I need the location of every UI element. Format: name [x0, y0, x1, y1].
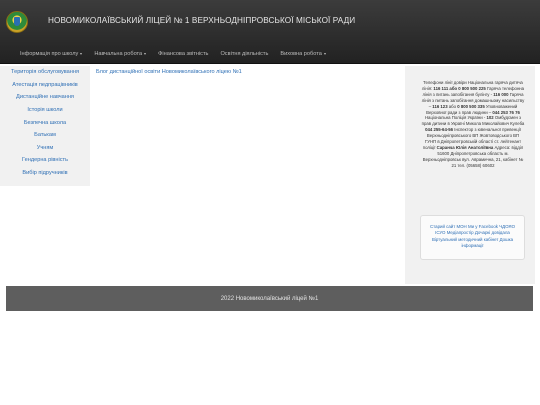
link-media-space[interactable]: Медіапростір [447, 230, 475, 235]
info-phone: 044 255-64-56 [425, 127, 455, 133]
info-phone: 116 111 або 0 800 500 225 [433, 85, 487, 91]
sidebar-item-service-territory[interactable]: Територія обслуговування [0, 66, 90, 79]
info-phone: 102 [486, 115, 495, 121]
nav-item-label: Навчальна робота [94, 51, 143, 57]
sidebar-item-parents[interactable]: Батькам [0, 129, 90, 142]
link-isuo[interactable]: ІСУО [435, 230, 447, 235]
chevron-down-icon [144, 53, 147, 55]
useful-links: Старий сайт МОН Ми у Facebook ЧДОЯО ІСУО… [420, 215, 525, 260]
main-nav: Інформація про школу Навчальна робота Фі… [14, 48, 332, 60]
site-title[interactable]: НОВОМИКОЛАЇВСЬКИЙ ЛІЦЕЙ № 1 ВЕРХНЬОДНІПР… [48, 16, 355, 25]
nav-item-educational-activity[interactable]: Освітня діяльність [214, 48, 274, 60]
sidebar-item-attestation[interactable]: Атестація педпрацівників [0, 79, 90, 92]
info-text: або [448, 103, 458, 109]
distance-learning-blog-link[interactable]: Блог дистанційної освіти Новомиколаївськ… [96, 69, 242, 75]
nav-item-label: Фінансова звітність [158, 51, 209, 57]
chevron-down-icon [323, 53, 326, 55]
sidebar-item-textbook-choice[interactable]: Вибір підручників [0, 167, 90, 180]
info-text: Національна Поліція України - [424, 115, 487, 121]
nav-item-label: Освітня діяльність [220, 51, 269, 57]
sidebar-item-students[interactable]: Учням [0, 142, 90, 155]
sidebar: Територія обслуговування Атестація педпр… [0, 66, 90, 186]
link-facebook[interactable]: Ми у Facebook [468, 224, 499, 229]
info-name: Саранча Юлія Анатоліївна [436, 144, 495, 150]
nav-item-upbringing-work[interactable]: Виховна робота [274, 48, 331, 60]
link-old-mon-site[interactable]: Старий сайт МОН [430, 224, 468, 229]
link-virtual-method-office[interactable]: Віртуальний методичний кабінет [432, 237, 500, 242]
info-phone: 0 800 500 335 [457, 103, 486, 109]
nav-item-school-info[interactable]: Інформація про школу [14, 48, 88, 60]
school-emblem-icon[interactable] [6, 11, 28, 33]
nav-item-educational-work[interactable]: Навчальна робота [88, 48, 152, 60]
link-docharki[interactable]: Дочаркі [475, 230, 492, 235]
info-phone: 044 253 76 76 [492, 109, 520, 115]
link-chdoyao[interactable]: ЧДОЯО [499, 224, 515, 229]
chevron-down-icon [80, 53, 83, 55]
sidebar-item-safe-school[interactable]: Безпечна школа [0, 116, 90, 129]
info-phone: 116 123 [432, 103, 449, 109]
link-dovidala[interactable]: довідала [492, 230, 510, 235]
sidebar-item-school-history[interactable]: Історія школи [0, 104, 90, 117]
nav-item-label: Виховна робота [280, 51, 322, 57]
top-navbar: НОВОМИКОЛАЇВСЬКИЙ ЛІЦЕЙ № 1 ВЕРХНЬОДНІПР… [0, 0, 540, 64]
sidebar-item-distance-learning[interactable]: Дистанційне навчання [0, 91, 90, 104]
nav-item-financial-reports[interactable]: Фінансова звітність [152, 48, 214, 60]
info-phone: 116 000 [493, 91, 510, 97]
footer-copyright: 2022 Новомиколаївський ліцей №1 [220, 295, 319, 302]
hotlines-info: Телефони лінії довіри Національна гаряча… [421, 80, 525, 169]
nav-item-label: Інформація про школу [20, 51, 79, 57]
sidebar-item-gender-equality[interactable]: Гендерна рівність [0, 154, 90, 167]
footer: 2022 Новомиколаївський ліцей №1 [6, 286, 533, 311]
